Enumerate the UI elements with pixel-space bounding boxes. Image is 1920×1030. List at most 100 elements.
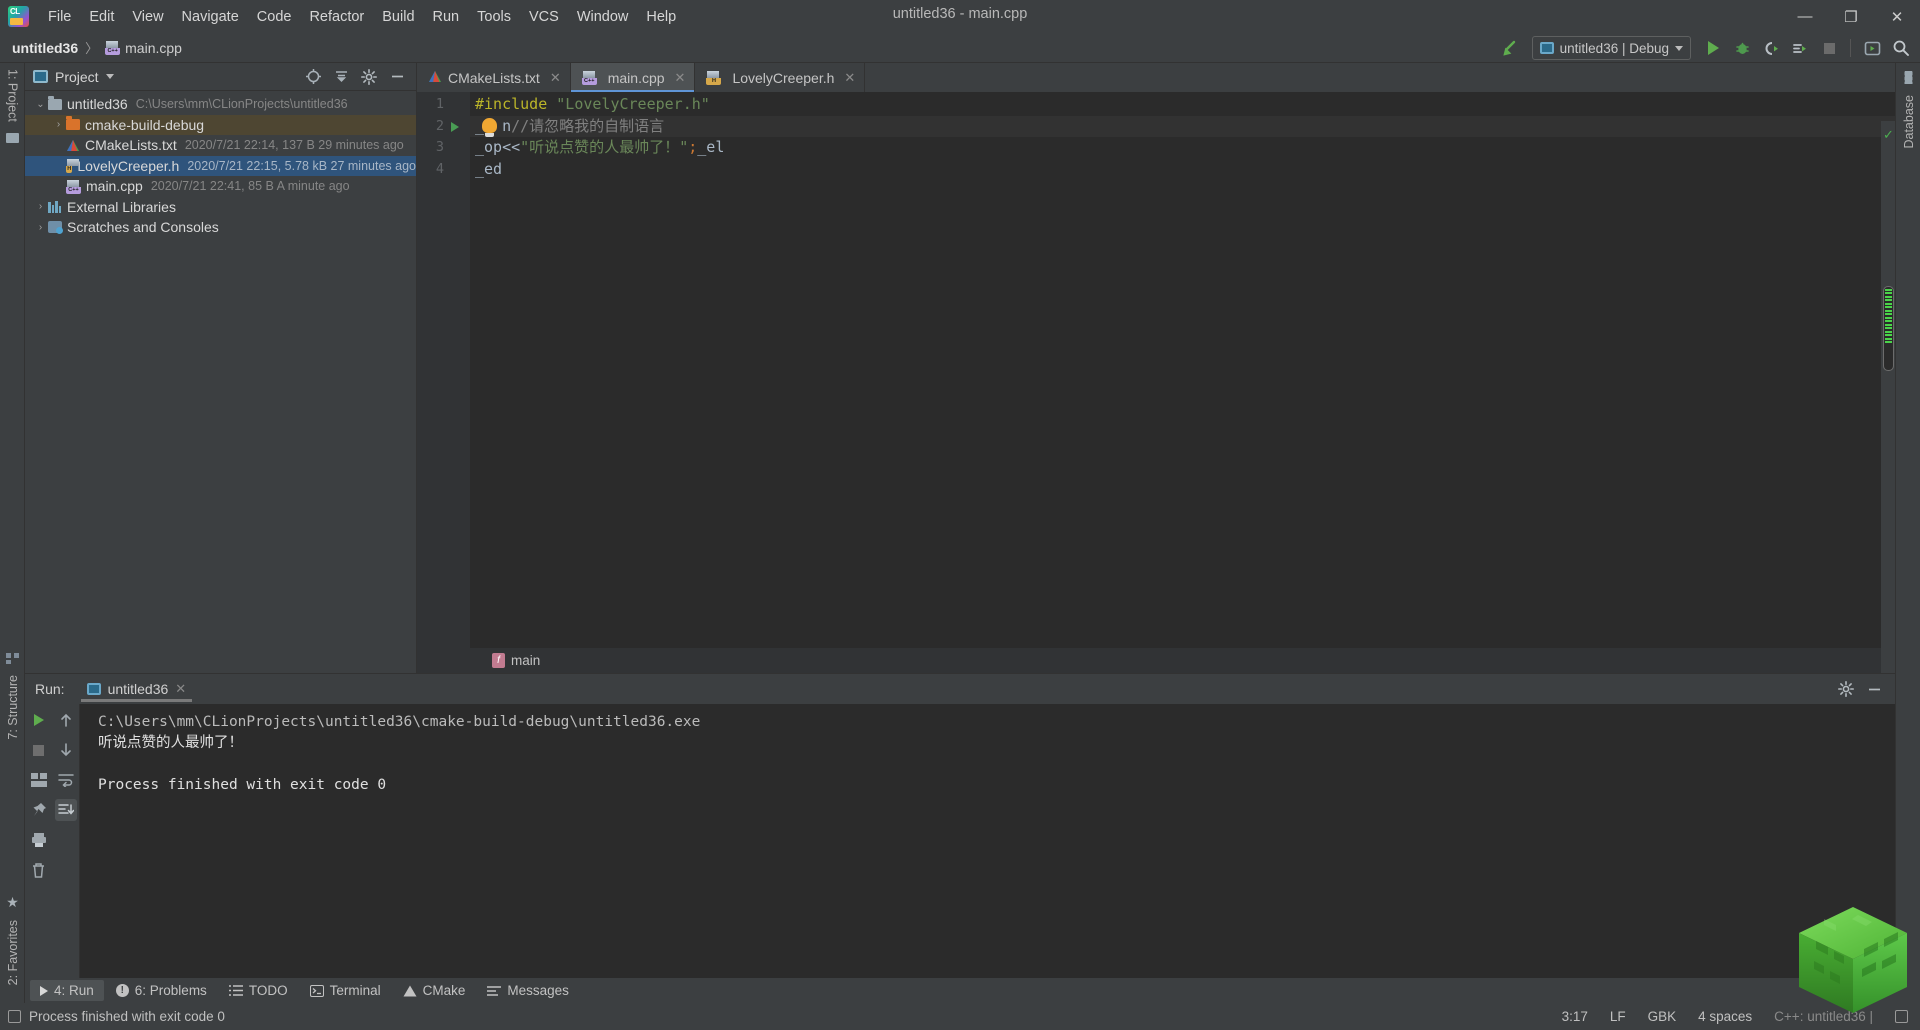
run-gutter-icon[interactable] xyxy=(451,122,459,132)
scroll-down-button[interactable] xyxy=(55,739,77,761)
code-line3-operator: << xyxy=(502,138,521,156)
build-hammer-icon[interactable] xyxy=(1497,36,1523,60)
tree-node-scratches[interactable]: › Scratches and Consoles xyxy=(25,217,416,238)
close-button[interactable]: ✕ xyxy=(1874,0,1920,33)
menu-run[interactable]: Run xyxy=(424,5,469,29)
code-editor[interactable]: 1 2 3 4 #include "LovelyCreeper.h" _​ n/… xyxy=(417,92,1895,673)
sidebar-item-structure[interactable]: 7: Structure xyxy=(0,653,25,740)
run-toolbar-primary xyxy=(25,704,52,996)
stop-button[interactable] xyxy=(1816,36,1842,60)
menu-build[interactable]: Build xyxy=(373,5,423,29)
bottom-tab-messages[interactable]: Messages xyxy=(477,980,579,1001)
tree-node-cmakelists[interactable]: CMakeLists.txt 2020/7/21 22:14, 137 B 29… xyxy=(25,135,416,156)
menu-file[interactable]: File xyxy=(39,5,80,29)
bottom-tab-terminal[interactable]: Terminal xyxy=(300,980,391,1001)
menu-window[interactable]: Window xyxy=(568,5,638,29)
settings-gear-icon[interactable] xyxy=(1833,677,1859,701)
line-number: 4 xyxy=(435,160,444,177)
settings-gear-icon[interactable] xyxy=(356,65,382,89)
menu-help[interactable]: Help xyxy=(637,5,685,29)
run-toolbar-secondary xyxy=(52,704,80,996)
library-icon xyxy=(48,200,62,213)
close-icon[interactable]: ✕ xyxy=(550,70,561,86)
chevron-down-icon[interactable]: ⌄ xyxy=(33,99,48,110)
soft-wrap-button[interactable] xyxy=(55,769,77,791)
minimize-button[interactable]: — xyxy=(1782,0,1828,33)
menu-refactor[interactable]: Refactor xyxy=(300,5,373,29)
breadcrumb-file[interactable]: main.cpp xyxy=(125,40,182,56)
menu-navigate[interactable]: Navigate xyxy=(173,5,248,29)
chevron-right-icon[interactable]: › xyxy=(33,222,48,233)
file-encoding[interactable]: GBK xyxy=(1648,1009,1677,1024)
editor-area: CMakeLists.txt ✕ C++ main.cpp ✕ H Lovely… xyxy=(417,63,1895,673)
breadcrumb-function-label[interactable]: main xyxy=(511,653,540,668)
tree-node-untitled36[interactable]: ⌄ untitled36 C:\Users\mm\CLionProjects\u… xyxy=(25,94,416,115)
lock-icon[interactable] xyxy=(1895,1010,1908,1023)
clear-all-button[interactable] xyxy=(28,859,50,881)
code-line2-tail: n xyxy=(502,116,512,135)
menu-tools[interactable]: Tools xyxy=(468,5,520,29)
indent-setting[interactable]: 4 spaces xyxy=(1698,1009,1752,1024)
bottom-tab-problems[interactable]: ! 6: Problems xyxy=(106,980,217,1001)
bottom-tab-todo[interactable]: TODO xyxy=(219,980,298,1001)
scroll-to-end-button[interactable] xyxy=(54,799,77,821)
search-everywhere-icon[interactable] xyxy=(1888,36,1914,60)
sidebar-item-database[interactable]: Database xyxy=(1896,71,1920,149)
run-configuration-selector[interactable]: untitled36 | Debug xyxy=(1531,36,1691,60)
collapse-all-icon[interactable] xyxy=(328,65,354,89)
tree-node-external-libraries[interactable]: › External Libraries xyxy=(25,197,416,218)
close-icon[interactable]: ✕ xyxy=(844,70,855,86)
chevron-down-icon[interactable] xyxy=(105,74,114,79)
locate-file-icon[interactable] xyxy=(300,65,326,89)
tab-main-cpp[interactable]: C++ main.cpp ✕ xyxy=(570,63,696,92)
run-with-coverage-icon[interactable] xyxy=(1758,36,1784,60)
chevron-right-icon[interactable]: › xyxy=(51,119,66,130)
line-separator[interactable]: LF xyxy=(1610,1009,1626,1024)
close-icon[interactable]: ✕ xyxy=(175,681,186,697)
menu-view[interactable]: View xyxy=(123,5,172,29)
tab-lovelycreeper-h[interactable]: H LovelyCreeper.h ✕ xyxy=(695,63,866,92)
caret-position[interactable]: 3:17 xyxy=(1562,1009,1588,1024)
inspection-strip[interactable]: ✓ xyxy=(1881,121,1895,673)
sidebar-item-favorites[interactable]: 2: Favorites ★ xyxy=(0,894,25,985)
code-content[interactable]: #include "LovelyCreeper.h" _​ n//请忽略我的自制… xyxy=(470,92,1895,673)
profiler-icon[interactable] xyxy=(1787,36,1813,60)
stop-button[interactable] xyxy=(28,739,50,761)
close-icon[interactable]: ✕ xyxy=(675,70,686,86)
tree-node-main-cpp[interactable]: C++ main.cpp 2020/7/21 22:41, 85 B A min… xyxy=(25,176,416,197)
menu-edit[interactable]: Edit xyxy=(80,5,123,29)
toolchain-label[interactable]: C++: untitled36 | xyxy=(1774,1009,1873,1024)
scroll-up-button[interactable] xyxy=(55,709,77,731)
run-config-icon xyxy=(86,682,101,695)
run-tab-untitled36[interactable]: untitled36 ✕ xyxy=(79,677,195,702)
breadcrumb-project[interactable]: untitled36 xyxy=(12,40,78,56)
tree-node-lovelycreeper-h[interactable]: H LovelyCreeper.h 2020/7/21 22:15, 5.78 … xyxy=(25,155,416,176)
line-number: 3 xyxy=(435,139,444,155)
bottom-tab-run[interactable]: 4: Run xyxy=(30,980,104,1001)
status-bar-left: Process finished with exit code 0 xyxy=(0,1009,225,1024)
menu-code[interactable]: Code xyxy=(248,5,301,29)
layout-button[interactable] xyxy=(28,769,50,791)
hide-panel-icon[interactable] xyxy=(1861,677,1887,701)
chevron-right-icon[interactable]: › xyxy=(33,201,48,212)
print-button[interactable] xyxy=(28,829,50,851)
menu-vcs[interactable]: VCS xyxy=(520,5,568,29)
run-panel-body: C:\Users\mm\CLionProjects\untitled36\cma… xyxy=(25,704,1895,996)
bottom-tab-cmake[interactable]: CMake xyxy=(393,980,476,1001)
editor-gutter[interactable]: 1 2 3 4 xyxy=(417,92,470,673)
editor-scrollbar[interactable] xyxy=(1883,286,1894,371)
tree-node-cmake-build-debug[interactable]: › cmake-build-debug xyxy=(25,114,416,135)
debug-bug-icon[interactable] xyxy=(1729,36,1755,60)
updates-icon[interactable] xyxy=(1859,36,1885,60)
run-button[interactable] xyxy=(1700,36,1726,60)
hide-panel-icon[interactable] xyxy=(384,65,410,89)
tab-cmakelists-txt[interactable]: CMakeLists.txt ✕ xyxy=(417,63,571,92)
pin-button[interactable] xyxy=(28,799,50,821)
console-output[interactable]: C:\Users\mm\CLionProjects\untitled36\cma… xyxy=(80,704,1895,996)
maximize-button[interactable]: ❐ xyxy=(1828,0,1874,33)
sidebar-item-project[interactable]: 1: Project xyxy=(0,69,25,143)
window-controls: — ❐ ✕ xyxy=(1782,0,1920,33)
run-tool-window: Run: untitled36 ✕ C:\Users\mm\CLionProje… xyxy=(25,674,1895,996)
event-log-icon[interactable] xyxy=(8,1010,21,1023)
rerun-button[interactable] xyxy=(28,709,50,731)
